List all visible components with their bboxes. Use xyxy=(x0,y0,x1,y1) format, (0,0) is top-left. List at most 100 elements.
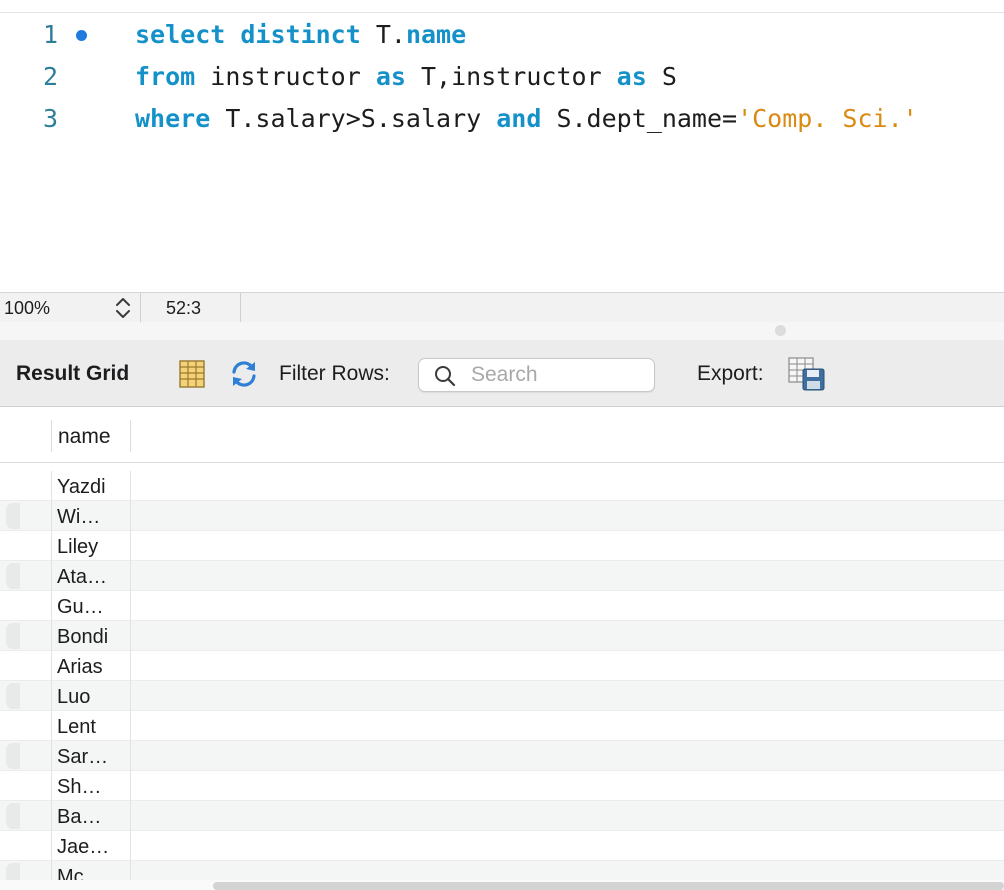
scrollbar-thumb[interactable] xyxy=(213,882,1004,890)
grid-header: name xyxy=(0,408,1004,463)
name-cell[interactable]: Yazdi xyxy=(57,471,127,501)
row-selector[interactable] xyxy=(6,563,20,589)
sql-editor[interactable]: 1 select distinct T.name 2 from instructor … xyxy=(0,0,1004,292)
column-divider xyxy=(51,420,52,452)
table-row[interactable]: Sar… xyxy=(0,741,1004,771)
sql-keyword: where xyxy=(135,104,211,133)
export-icon[interactable] xyxy=(787,356,827,392)
sql-keyword: from xyxy=(135,62,196,91)
table-row[interactable]: Ba… xyxy=(0,801,1004,831)
editor-status-bar: 100% 52:3 xyxy=(0,292,1004,323)
name-cell[interactable]: Luo xyxy=(57,681,127,711)
splitter-handle[interactable] xyxy=(775,325,786,336)
code-line[interactable]: 1 select distinct T.name xyxy=(0,15,1004,55)
sql-keyword: as xyxy=(375,62,406,91)
name-cell[interactable]: Arias xyxy=(57,651,127,681)
sql-keyword: name xyxy=(405,20,467,49)
name-cell[interactable]: Ba… xyxy=(57,801,127,831)
sql-text: T. xyxy=(360,20,406,49)
cell-divider xyxy=(51,771,52,801)
cell-divider xyxy=(51,591,52,621)
cell-divider xyxy=(51,651,52,681)
cell-divider xyxy=(130,531,131,561)
statement-marker-icon[interactable] xyxy=(76,30,87,41)
name-cell[interactable]: Sar… xyxy=(57,741,127,771)
cell-divider xyxy=(130,561,131,591)
table-row[interactable]: Yazdi xyxy=(0,471,1004,501)
sql-keyword: distinct xyxy=(240,20,361,49)
sql-keyword: select xyxy=(135,20,226,49)
name-cell[interactable]: Sh… xyxy=(57,771,127,801)
cell-divider xyxy=(130,831,131,861)
cell-divider xyxy=(51,561,52,591)
row-selector[interactable] xyxy=(6,683,20,709)
name-cell[interactable]: Jae… xyxy=(57,831,127,861)
name-cell[interactable]: Wi… xyxy=(57,501,127,531)
column-resize-handle[interactable] xyxy=(130,420,131,452)
search-icon xyxy=(435,366,456,387)
cell-divider xyxy=(130,801,131,831)
cell-divider xyxy=(130,591,131,621)
search-input[interactable] xyxy=(471,361,647,389)
table-row[interactable]: Lent xyxy=(0,711,1004,741)
cell-divider xyxy=(51,681,52,711)
sql-text: S.dept_name= xyxy=(541,104,738,133)
line-number: 3 xyxy=(42,104,58,133)
name-cell[interactable]: Gu… xyxy=(57,591,127,621)
row-selector[interactable] xyxy=(6,743,20,769)
cell-divider xyxy=(130,621,131,651)
sql-text: T,instructor xyxy=(405,62,617,91)
code-line[interactable]: 3 where T.salary>S.salary and S.dept_name… xyxy=(0,99,1004,139)
result-grid-icon[interactable] xyxy=(176,358,208,390)
code-text[interactable]: select distinct T.name xyxy=(135,15,466,55)
cell-divider xyxy=(130,681,131,711)
line-number: 1 xyxy=(42,20,58,49)
table-row[interactable]: Arias xyxy=(0,651,1004,681)
code-text[interactable]: from instructor as T,instructor as S xyxy=(135,57,677,97)
row-selector[interactable] xyxy=(6,503,20,529)
name-cell[interactable]: Bondi xyxy=(57,621,127,651)
search-box[interactable] xyxy=(418,358,655,392)
panel-splitter[interactable] xyxy=(0,322,1004,340)
status-divider xyxy=(140,293,141,323)
result-grid-title: Result Grid xyxy=(16,362,130,385)
result-grid[interactable]: name Yazdi Wi… Liley Ata… Gu… Bondi Arias Luo Le… xyxy=(0,408,1004,890)
cell-divider xyxy=(130,471,131,501)
table-row[interactable]: Wi… xyxy=(0,501,1004,531)
name-cell[interactable]: Lent xyxy=(57,711,127,741)
cell-divider xyxy=(130,501,131,531)
column-header-name[interactable]: name xyxy=(58,408,111,463)
code-line[interactable]: 2 from instructor as T,instructor as S xyxy=(0,57,1004,97)
cell-divider xyxy=(51,711,52,741)
grid-rows: Yazdi Wi… Liley Ata… Gu… Bondi Arias Luo Lent Sar… xyxy=(0,471,1004,890)
row-selector[interactable] xyxy=(6,623,20,649)
sql-string: 'Comp. Sci.' xyxy=(737,104,918,133)
cell-divider xyxy=(130,711,131,741)
sql-keyword: as xyxy=(616,62,647,91)
editor-top-border xyxy=(0,12,1004,13)
table-row[interactable]: Bondi xyxy=(0,621,1004,651)
cell-divider xyxy=(51,531,52,561)
name-cell[interactable]: Ata… xyxy=(57,561,127,591)
table-row[interactable]: Jae… xyxy=(0,831,1004,861)
table-row[interactable]: Liley xyxy=(0,531,1004,561)
sql-text: instructor xyxy=(195,62,376,91)
table-row[interactable]: Ata… xyxy=(0,561,1004,591)
code-text[interactable]: where T.salary>S.salary and S.dept_name=… xyxy=(135,99,918,139)
cell-divider xyxy=(51,801,52,831)
up-down-chevron-icon[interactable] xyxy=(113,296,133,320)
name-cell[interactable]: Liley xyxy=(57,531,127,561)
zoom-level[interactable]: 100% xyxy=(4,293,50,323)
cell-divider xyxy=(130,771,131,801)
table-row[interactable]: Luo xyxy=(0,681,1004,711)
table-row[interactable]: Gu… xyxy=(0,591,1004,621)
cell-divider xyxy=(130,741,131,771)
cell-divider xyxy=(51,831,52,861)
refresh-icon[interactable] xyxy=(228,358,260,390)
horizontal-scrollbar[interactable] xyxy=(0,880,1004,890)
table-row[interactable]: Sh… xyxy=(0,771,1004,801)
row-selector[interactable] xyxy=(6,803,20,829)
cell-divider xyxy=(130,651,131,681)
sql-keyword: and xyxy=(496,104,542,133)
